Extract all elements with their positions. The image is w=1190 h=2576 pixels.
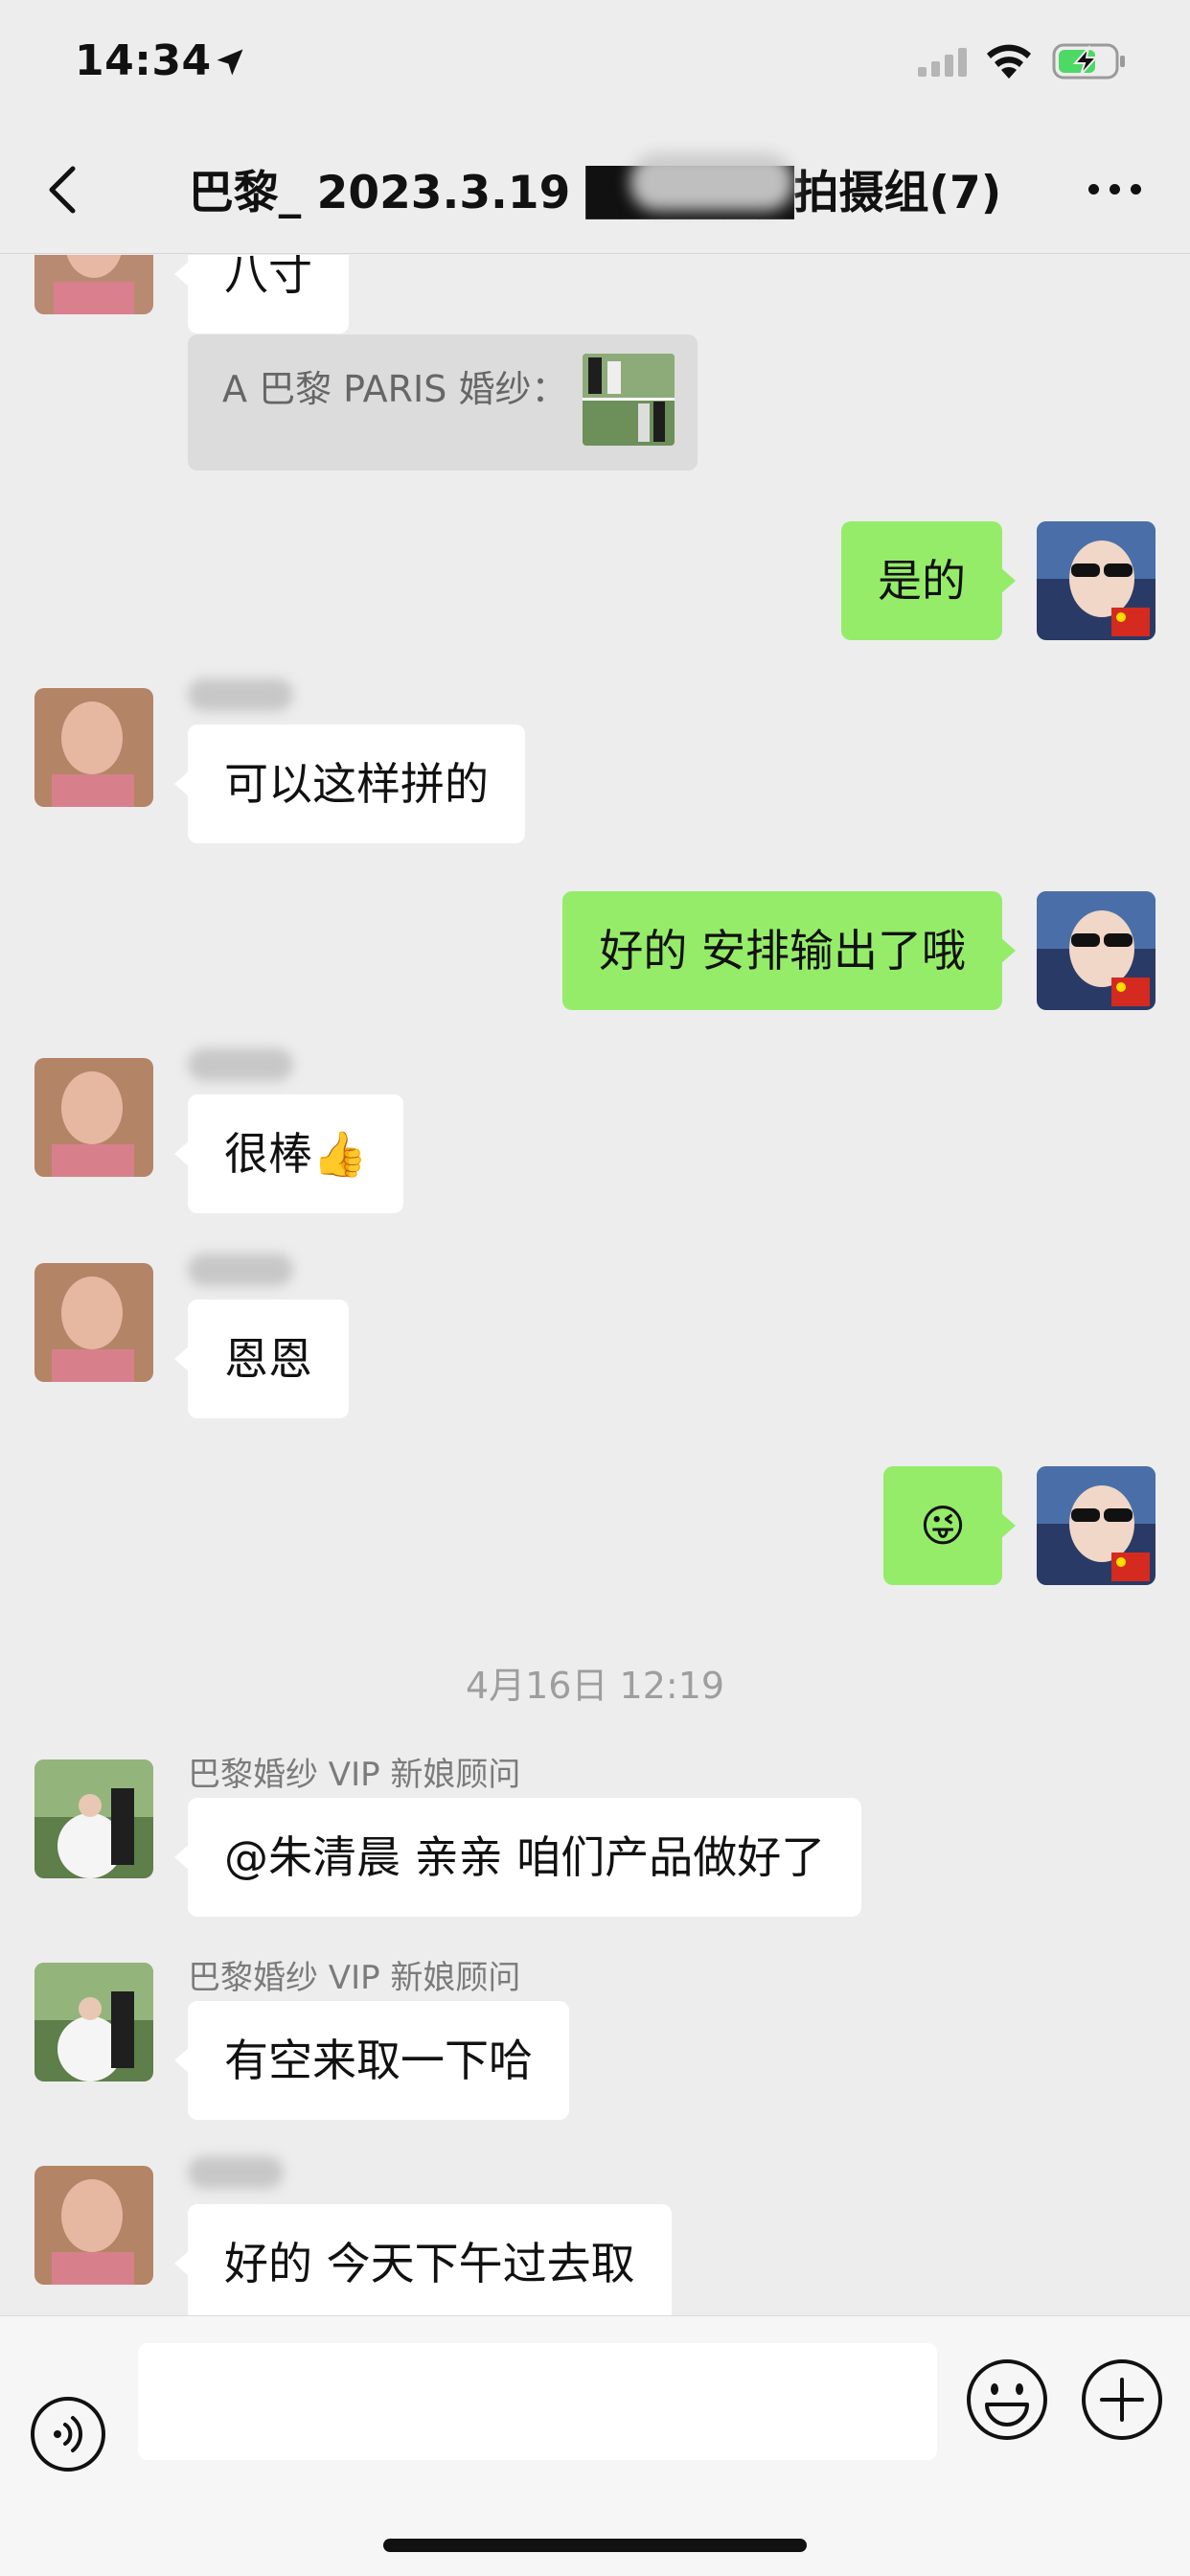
battery-charging-icon — [1052, 43, 1125, 80]
status-time: 14:34 — [75, 36, 212, 85]
message-bubble[interactable]: 很棒👍 — [173, 1094, 404, 1213]
sender-name-redacted — [188, 678, 293, 711]
avatar-self[interactable] — [1037, 891, 1156, 1010]
message-bubble[interactable]: 可以这样拼的 — [174, 724, 525, 843]
sender-name: 巴黎婚纱 VIP 新娘顾问 — [188, 1959, 521, 1997]
avatar-self[interactable] — [1037, 1466, 1156, 1585]
chat-title: 巴黎_ 2023.3.19 ██████拍摄组(7) — [188, 167, 1002, 219]
more-options-icon[interactable] — [1087, 182, 1144, 197]
message-timestamp: 4月16日 12:19 — [465, 1665, 725, 1707]
message-bubble[interactable]: 有空来取一下哈 — [174, 2001, 569, 2120]
avatar-woman[interactable] — [34, 255, 153, 314]
voice-input-icon[interactable] — [29, 2395, 107, 2473]
avatar-woman[interactable] — [34, 1263, 153, 1382]
sender-name-redacted — [188, 1254, 293, 1286]
sender-name-redacted — [188, 2156, 284, 2189]
nav-bar: 巴黎_ 2023.3.19 ██████拍摄组(7) — [0, 125, 1190, 254]
plus-more-icon[interactable] — [1079, 2357, 1165, 2443]
redacted-title-blur — [630, 153, 793, 211]
status-bar: 14:34 — [0, 0, 1190, 125]
avatar-bride[interactable] — [34, 1760, 153, 1878]
sender-name-redacted — [188, 1048, 293, 1081]
message-bubble[interactable]: @朱清晨 亲亲 咱们产品做好了 — [173, 1798, 862, 1917]
location-arrow-icon — [217, 49, 243, 76]
quote-thumbnail-image[interactable] — [583, 354, 675, 446]
message-bubble-outgoing[interactable]: 是的 — [841, 521, 1016, 640]
avatar-woman[interactable] — [34, 2166, 153, 2285]
cellular-signal-icon — [918, 48, 967, 77]
quote-text: A 巴黎 PARIS 婚纱： — [222, 368, 568, 410]
emoji-icon[interactable] — [964, 2357, 1050, 2443]
message-bubble[interactable]: 好的 今天下午过去取 — [174, 2204, 672, 2315]
avatar-woman[interactable] — [34, 1058, 153, 1177]
sender-name: 巴黎婚纱 VIP 新娘顾问 — [188, 1756, 521, 1794]
avatar-woman[interactable] — [34, 688, 153, 807]
quoted-message[interactable]: A 巴黎 PARIS 婚纱： — [188, 334, 698, 471]
wifi-icon — [987, 44, 1031, 79]
message-bubble[interactable]: 八寸 — [174, 255, 349, 334]
message-bubble-outgoing[interactable]: 好的 安排输出了哦 — [562, 891, 1016, 1010]
chat-messages: 八寸 A 巴黎 PARIS 婚纱： 是的 可以这样拼的 好的 安排输出了哦 很棒… — [0, 255, 1190, 2315]
back-chevron-icon[interactable] — [44, 163, 82, 217]
input-bar — [0, 2315, 1190, 2576]
message-bubble[interactable]: 恩恩 — [174, 1300, 349, 1418]
message-bubble-outgoing[interactable]: 😜 — [883, 1466, 1016, 1585]
home-indicator — [383, 2539, 807, 2552]
message-input[interactable] — [138, 2343, 937, 2460]
avatar-bride[interactable] — [34, 1963, 153, 2082]
avatar-self[interactable] — [1037, 521, 1156, 640]
